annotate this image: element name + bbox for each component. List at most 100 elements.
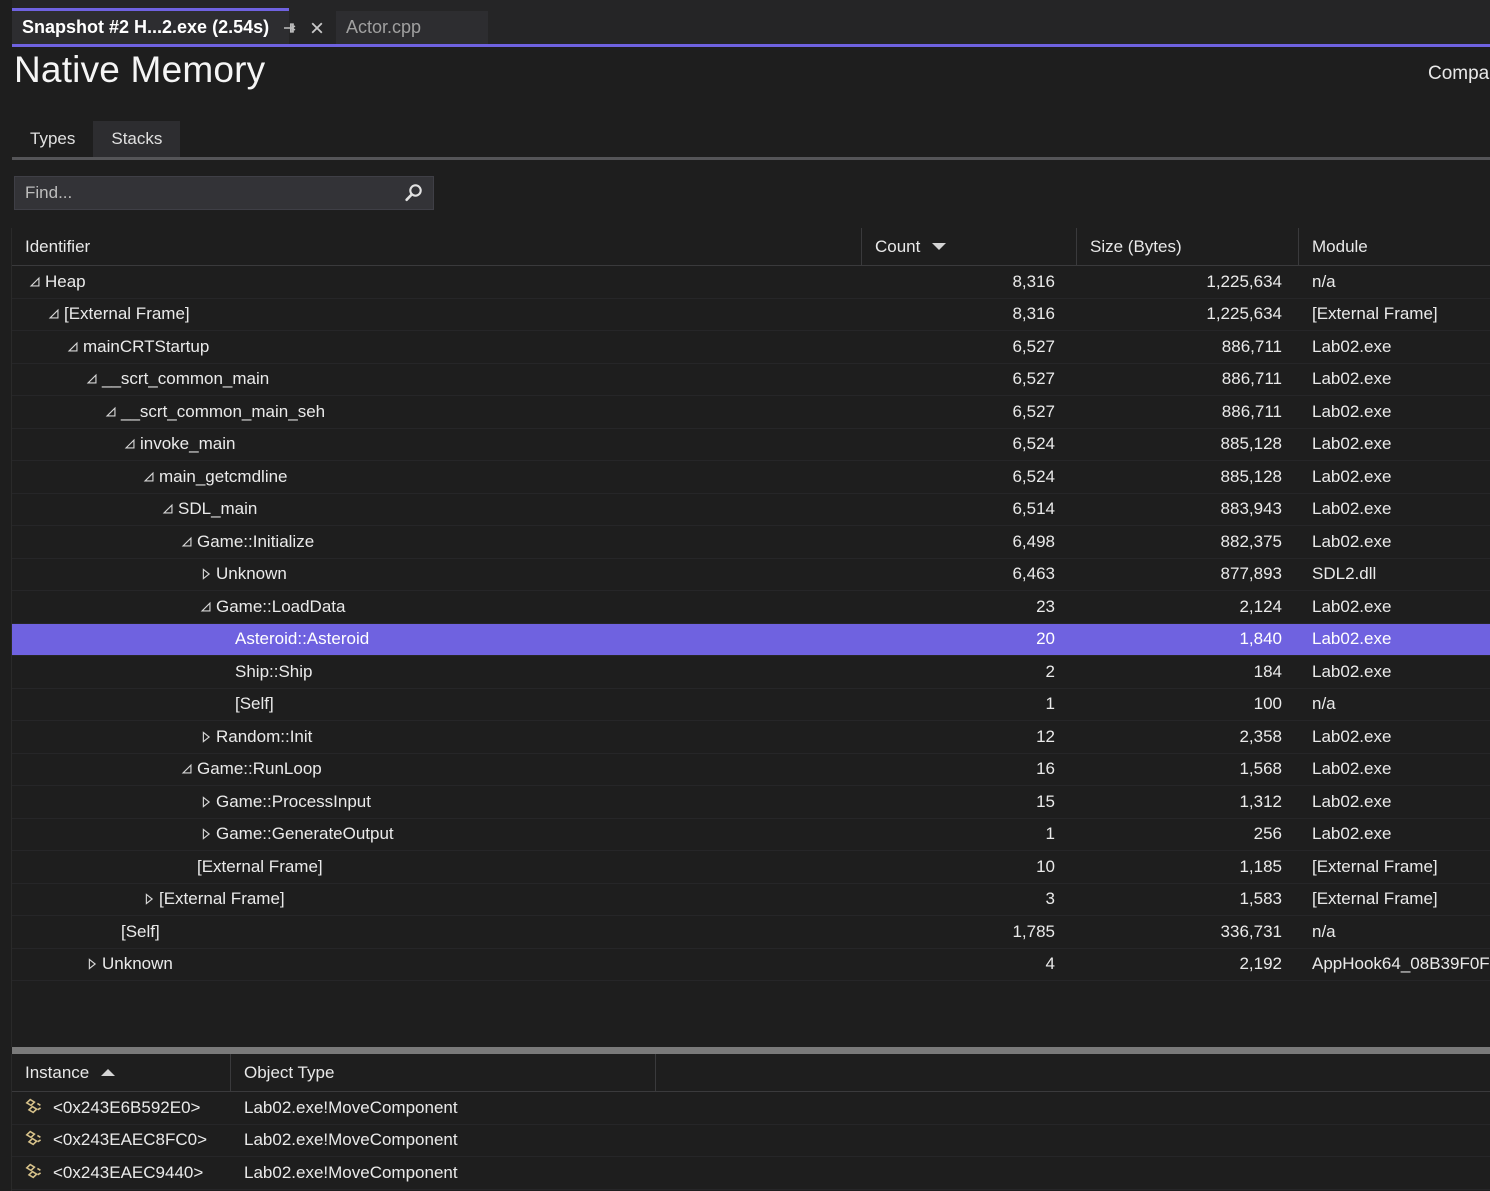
row-identifier-label: Game::LoadData	[216, 596, 346, 616]
table-row[interactable]: Game::RunLoop 16 1,568 Lab02.exe	[12, 754, 1490, 786]
table-row[interactable]: __scrt_common_main_seh 6,527 886,711 Lab02.…	[12, 396, 1490, 429]
cell-module: Lab02.exe	[1312, 791, 1392, 811]
list-item[interactable]: <0x243E6B592E0> Lab02.exe!MoveComponent	[12, 1092, 1490, 1125]
table-row[interactable]: main_getcmdline 6,524 885,128 Lab02.exe	[12, 461, 1490, 494]
cell-size: 1,225,634	[1206, 304, 1282, 324]
table-row[interactable]: mainCRTStartup 6,527 886,711 Lab02.exe	[12, 331, 1490, 364]
instances-left-gutter	[0, 1054, 12, 1191]
cell-identifier: Heap	[12, 266, 862, 298]
tab-stacks-label: Stacks	[111, 129, 163, 148]
cell-size: 1,185	[1239, 856, 1282, 876]
cell-identifier: [External Frame]	[12, 851, 862, 883]
expand-triangle-open-icon[interactable]	[120, 434, 140, 454]
instances-grid: Instance Object Type <0x243E6B592E0> Lab0…	[0, 1053, 1490, 1191]
cell-module: Lab02.exe	[1312, 336, 1392, 356]
table-row[interactable]: Unknown 4 2,192 AppHook64_08B39F0F	[12, 949, 1490, 981]
column-header-count[interactable]: Count	[862, 227, 1077, 266]
table-row[interactable]: [External Frame] 3 1,583 [External Frame]	[12, 884, 1490, 916]
row-identifier-label: [Self]	[235, 694, 274, 714]
cell-object-type: Lab02.exe!MoveComponent	[244, 1097, 458, 1117]
tab-actor-cpp[interactable]: Actor.cpp	[336, 11, 488, 44]
column-header-blank	[656, 1054, 1490, 1092]
cell-count: 1,785	[1012, 921, 1055, 941]
tab-types[interactable]: Types	[12, 121, 93, 157]
column-header-identifier[interactable]: Identifier	[12, 227, 862, 266]
table-row[interactable]: [Self] 1,785 336,731 n/a	[12, 916, 1490, 949]
table-row[interactable]: __scrt_common_main 6,527 886,711 Lab02.exe	[12, 364, 1490, 396]
column-header-size[interactable]: Size (Bytes)	[1077, 227, 1299, 266]
cell-size: 882,375	[1220, 531, 1282, 551]
expand-triangle-open-icon[interactable]	[158, 499, 178, 519]
cell-module: Lab02.exe	[1312, 466, 1392, 486]
search-input[interactable]	[15, 177, 401, 209]
instances-header-row: Instance Object Type	[12, 1053, 1490, 1092]
expand-triangle-open-icon[interactable]	[82, 369, 102, 389]
list-item[interactable]: <0x243EAEC8FC0> Lab02.exe!MoveComponent	[12, 1125, 1490, 1157]
instance-address-label: <0x243E6B592E0>	[53, 1097, 201, 1117]
search-box[interactable]	[14, 176, 434, 210]
tab-strip-gutter	[0, 0, 12, 47]
cell-identifier: Random::Init	[12, 721, 862, 753]
cell-count: 1	[1045, 824, 1055, 844]
table-row[interactable]: Unknown 6,463 877,893 SDL2.dll	[12, 559, 1490, 591]
table-row[interactable]: Asteroid::Asteroid 20 1,840 Lab02.exe	[12, 623, 1490, 656]
table-row[interactable]: Heap 8,316 1,225,634 n/a	[12, 266, 1490, 299]
expand-triangle-open-icon[interactable]	[177, 759, 197, 779]
cell-size: 184	[1253, 661, 1282, 681]
expand-triangle-closed-icon[interactable]	[196, 824, 216, 844]
expand-triangle-open-icon[interactable]	[177, 532, 197, 552]
column-header-object-type[interactable]: Object Type	[231, 1053, 656, 1092]
expand-triangle-closed-icon[interactable]	[196, 792, 216, 812]
row-identifier-label: Game::GenerateOutput	[216, 824, 394, 844]
expand-triangle-open-icon[interactable]	[63, 337, 83, 357]
table-row[interactable]: Ship::Ship 2 184 Lab02.exe	[12, 656, 1490, 689]
column-header-instance[interactable]: Instance	[12, 1053, 231, 1092]
tab-action-icons	[281, 20, 325, 36]
cell-count: 15	[1036, 791, 1055, 811]
expand-triangle-closed-icon[interactable]	[196, 564, 216, 584]
column-header-module[interactable]: Module	[1299, 228, 1490, 266]
tab-snapshot-2[interactable]: Snapshot #2 H...2.exe (2.54s)	[12, 8, 323, 47]
row-identifier-label: Random::Init	[216, 726, 313, 746]
cell-identifier: Game::ProcessInput	[12, 786, 862, 818]
table-row[interactable]: [Self] 1 100 n/a	[12, 689, 1490, 721]
close-icon[interactable]	[309, 20, 325, 36]
table-row[interactable]: Game::GenerateOutput 1 256 Lab02.exe	[12, 819, 1490, 851]
row-identifier-label: [External Frame]	[159, 889, 285, 909]
table-row[interactable]: Game::ProcessInput 15 1,312 Lab02.exe	[12, 786, 1490, 819]
table-row[interactable]: invoke_main 6,524 885,128 Lab02.exe	[12, 429, 1490, 461]
cell-count: 6,527	[1012, 401, 1055, 421]
pin-icon[interactable]	[281, 20, 297, 36]
expand-triangle-closed-icon[interactable]	[82, 954, 102, 974]
expand-triangle-open-icon[interactable]	[139, 467, 159, 487]
table-row[interactable]: SDL_main 6,514 883,943 Lab02.exe	[12, 494, 1490, 526]
column-header-object-type-label: Object Type	[244, 1062, 335, 1082]
search-icon[interactable]	[401, 180, 427, 206]
cell-count: 6,463	[1012, 564, 1055, 584]
table-row[interactable]: [External Frame] 10 1,185 [External Frame]	[12, 851, 1490, 884]
expand-triangle-closed-icon[interactable]	[196, 727, 216, 747]
table-row[interactable]: Game::LoadData 23 2,124 Lab02.exe	[12, 591, 1490, 624]
expand-triangle-open-icon[interactable]	[44, 304, 64, 324]
table-row[interactable]: Game::Initialize 6,498 882,375 Lab02.exe	[12, 526, 1490, 559]
compare-link[interactable]: Compar	[1428, 63, 1490, 85]
expand-triangle-open-icon[interactable]	[25, 272, 45, 292]
cell-module: n/a	[1312, 271, 1336, 291]
expand-triangle-closed-icon[interactable]	[139, 889, 159, 909]
table-row[interactable]: Random::Init 12 2,358 Lab02.exe	[12, 721, 1490, 754]
table-row[interactable]: [External Frame] 8,316 1,225,634 [External …	[12, 299, 1490, 331]
view-tabs: Types Stacks	[12, 121, 181, 157]
object-instance-icon	[24, 1163, 48, 1183]
row-identifier-label: Heap	[45, 271, 86, 291]
cell-identifier: SDL_main	[12, 494, 862, 526]
tab-stacks[interactable]: Stacks	[93, 121, 181, 157]
cell-identifier: __scrt_common_main	[12, 364, 862, 396]
cell-count: 3	[1045, 889, 1055, 909]
object-instance-icon	[24, 1130, 48, 1150]
cell-size: 885,128	[1220, 434, 1282, 454]
expand-triangle-open-icon[interactable]	[196, 597, 216, 617]
expand-triangle-open-icon[interactable]	[101, 402, 121, 422]
list-item[interactable]: <0x243EAEC9440> Lab02.exe!MoveComponent	[12, 1157, 1490, 1190]
cell-count: 1	[1045, 694, 1055, 714]
